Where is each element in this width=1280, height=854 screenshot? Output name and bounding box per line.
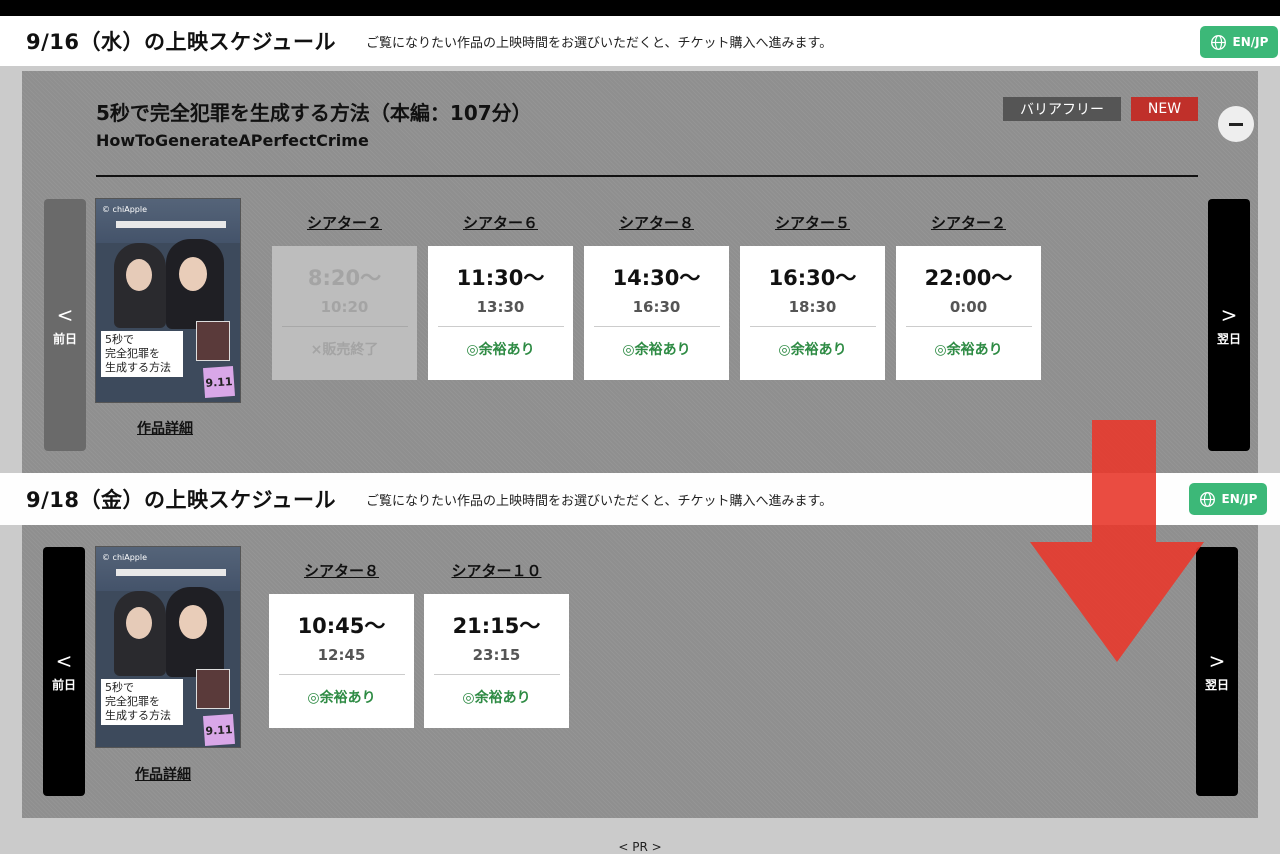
showtime-card-sold-out: 8:20〜 10:20 ×販売終了 bbox=[272, 246, 417, 380]
availability-status: ◎余裕あり bbox=[307, 690, 376, 706]
availability-status: ◎余裕あり bbox=[466, 342, 535, 358]
showtime-card[interactable]: 16:30〜 18:30 ◎余裕あり bbox=[740, 246, 885, 380]
end-time: 13:30 bbox=[476, 298, 525, 316]
movie-subtitle: HowToGenerateAPerfectCrime bbox=[96, 131, 369, 150]
end-time: 0:00 bbox=[949, 298, 988, 316]
new-badge: NEW bbox=[1131, 97, 1198, 121]
language-toggle-button[interactable]: EN/JP bbox=[1200, 26, 1278, 58]
poster-note: 9.11 bbox=[202, 365, 236, 399]
prev-day-label: 前日 bbox=[51, 678, 76, 692]
theater-label: シアター５ bbox=[774, 214, 850, 232]
poster-logo: © chiApple bbox=[102, 205, 148, 214]
showtime-card[interactable]: 21:15〜 23:15 ◎余裕あり bbox=[424, 594, 569, 728]
end-time: 16:30 bbox=[632, 298, 681, 316]
theater-label: シアター２ bbox=[306, 214, 382, 232]
showtime-card[interactable]: 10:45〜 12:45 ◎余裕あり bbox=[269, 594, 414, 728]
schedule-title: 9/16（水）の上映スケジュール bbox=[26, 30, 337, 54]
prev-day-label: 前日 bbox=[52, 331, 77, 346]
theater-label: シアター１０ bbox=[451, 562, 542, 580]
top-bar bbox=[0, 0, 1280, 16]
theater-label: シアター８ bbox=[303, 562, 379, 580]
minus-icon bbox=[1229, 122, 1243, 126]
globe-icon bbox=[1210, 34, 1226, 50]
start-time: 22:00〜 bbox=[924, 266, 1013, 290]
availability-status: ×販売終了 bbox=[310, 342, 379, 358]
title-divider bbox=[96, 175, 1198, 177]
schedule-header-0916: 9/16（水）の上映スケジュール ご覧になりたい作品の上映時間をお選びいただくと… bbox=[0, 16, 1280, 66]
chevron-right-icon: > bbox=[1208, 649, 1226, 673]
language-toggle-label: EN/JP bbox=[1221, 492, 1258, 506]
movie-poster[interactable]: © chiApple 5秒で 完全犯罪を 生成する方法 9.11 bbox=[95, 198, 241, 403]
prev-day-button[interactable]: < 前日 bbox=[44, 199, 86, 451]
showtime-card[interactable]: 14:30〜 16:30 ◎余裕あり bbox=[584, 246, 729, 380]
start-time: 11:30〜 bbox=[456, 266, 545, 290]
poster-caption: 5秒で 完全犯罪を 生成する方法 bbox=[101, 331, 183, 377]
schedule-title: 9/18（金）の上映スケジュール bbox=[26, 488, 337, 512]
start-time: 8:20〜 bbox=[307, 266, 382, 290]
movie-detail-link[interactable]: 作品詳細 bbox=[135, 764, 191, 784]
next-day-label: 翌日 bbox=[1204, 678, 1229, 692]
poster-caption: 5秒で 完全犯罪を 生成する方法 bbox=[101, 679, 183, 725]
schedule-description: ご覧になりたい作品の上映時間をお選びいただくと、チケット購入へ進みます。 bbox=[366, 35, 833, 51]
barrier-free-badge: バリアフリー bbox=[1003, 97, 1121, 121]
end-time: 12:45 bbox=[317, 646, 366, 664]
language-toggle-label: EN/JP bbox=[1232, 35, 1269, 49]
schedule-description: ご覧になりたい作品の上映時間をお選びいただくと、チケット購入へ進みます。 bbox=[366, 493, 833, 509]
next-day-button[interactable]: > 翌日 bbox=[1208, 199, 1250, 451]
start-time: 16:30〜 bbox=[768, 266, 857, 290]
collapse-button[interactable] bbox=[1218, 106, 1254, 142]
prev-day-button[interactable]: < 前日 bbox=[43, 547, 85, 796]
start-time: 10:45〜 bbox=[297, 614, 386, 638]
end-time: 18:30 bbox=[788, 298, 837, 316]
start-time: 14:30〜 bbox=[612, 266, 701, 290]
movie-title: 5秒で完全犯罪を生成する方法（本編：107分） bbox=[96, 101, 532, 125]
availability-status: ◎余裕あり bbox=[622, 342, 691, 358]
chevron-left-icon: < bbox=[55, 649, 73, 673]
end-time: 10:20 bbox=[320, 298, 369, 316]
chevron-right-icon: > bbox=[1220, 302, 1238, 327]
start-time: 21:15〜 bbox=[452, 614, 541, 638]
movie-detail-link[interactable]: 作品詳細 bbox=[137, 418, 193, 438]
availability-status: ◎余裕あり bbox=[778, 342, 847, 358]
schedule-panel-0916: 5秒で完全犯罪を生成する方法（本編：107分） HowToGenerateAPe… bbox=[22, 71, 1258, 473]
end-time: 23:15 bbox=[472, 646, 521, 664]
movie-poster[interactable]: © chiApple 5秒で 完全犯罪を 生成する方法 9.11 bbox=[95, 546, 241, 748]
availability-status: ◎余裕あり bbox=[462, 690, 531, 706]
scroll-down-arrow-icon bbox=[1030, 420, 1204, 662]
poster-logo: © chiApple bbox=[102, 553, 148, 562]
theater-label: シアター８ bbox=[618, 214, 694, 232]
chevron-left-icon: < bbox=[56, 302, 74, 327]
showtime-card[interactable]: 22:00〜 0:00 ◎余裕あり bbox=[896, 246, 1041, 380]
showtime-card[interactable]: 11:30〜 13:30 ◎余裕あり bbox=[428, 246, 573, 380]
theater-label: シアター２ bbox=[930, 214, 1006, 232]
theater-label: シアター６ bbox=[462, 214, 538, 232]
availability-status: ◎余裕あり bbox=[934, 342, 1003, 358]
next-day-label: 翌日 bbox=[1216, 331, 1241, 346]
poster-note: 9.11 bbox=[202, 713, 236, 747]
pr-label: < PR > bbox=[618, 840, 662, 854]
